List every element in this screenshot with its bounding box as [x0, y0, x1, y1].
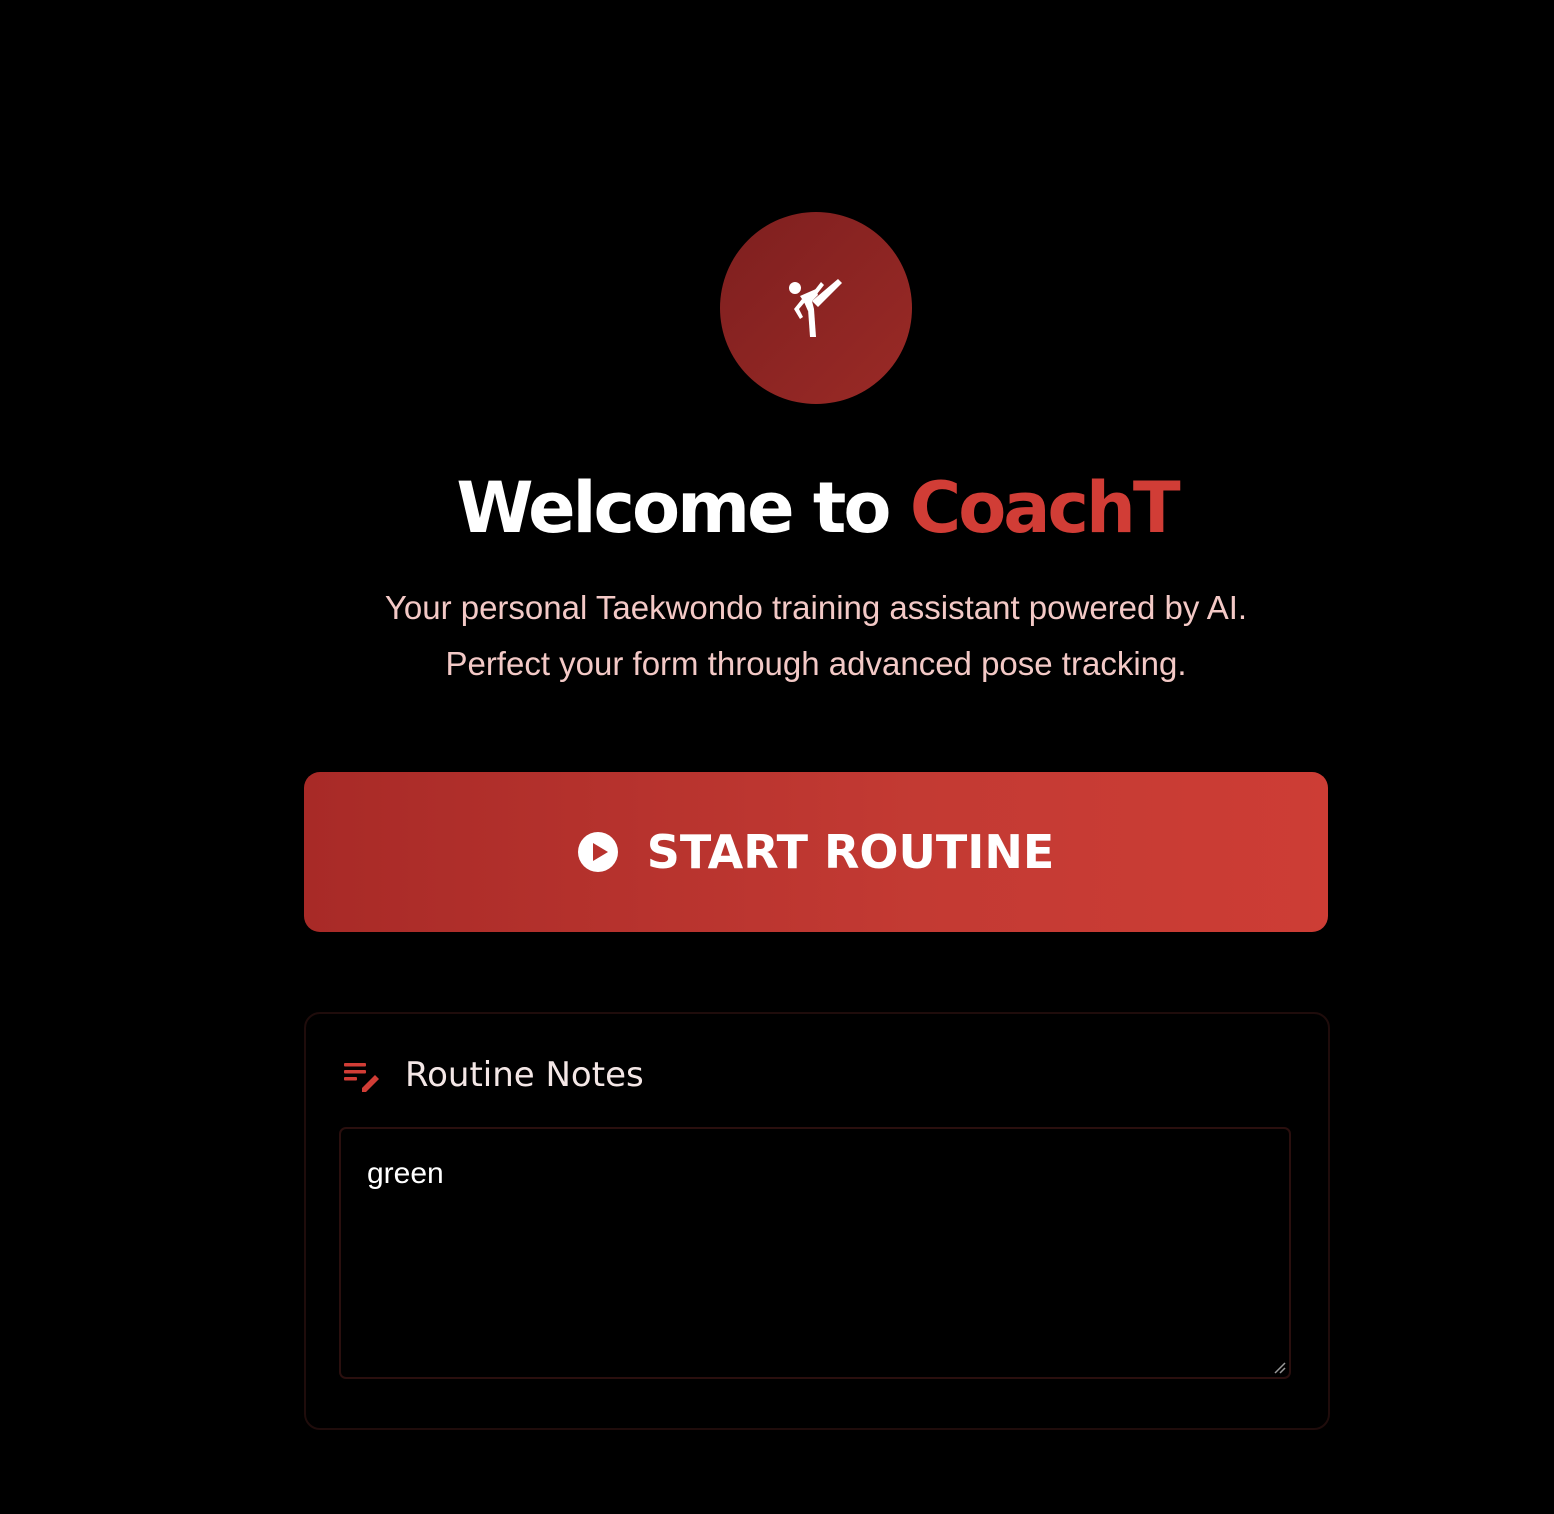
subtitle-line-1: Your personal Taekwondo training assista…	[384, 589, 1248, 626]
routine-notes-card: Routine Notes green	[304, 1012, 1330, 1430]
subtitle-line-2: Perfect your form through advanced pose …	[445, 645, 1187, 682]
martial-arts-kick-icon	[789, 279, 842, 337]
notes-header: Routine Notes	[342, 1050, 644, 1100]
play-circle-icon	[577, 832, 618, 872]
start-routine-label: START ROUTINE	[646, 825, 1055, 879]
routine-notes-textarea[interactable]: green	[339, 1127, 1291, 1379]
page-title: Welcome to CoachT	[0, 462, 1554, 554]
start-routine-button[interactable]: START ROUTINE	[304, 772, 1328, 932]
notes-value: green	[367, 1157, 444, 1190]
notes-title: Routine Notes	[405, 1055, 644, 1095]
brand-name: CoachT	[909, 467, 1181, 549]
title-prefix: Welcome to	[456, 467, 910, 549]
edit-note-icon	[344, 1063, 379, 1092]
app-logo	[720, 212, 912, 404]
resize-grip-icon[interactable]	[1271, 1359, 1287, 1375]
